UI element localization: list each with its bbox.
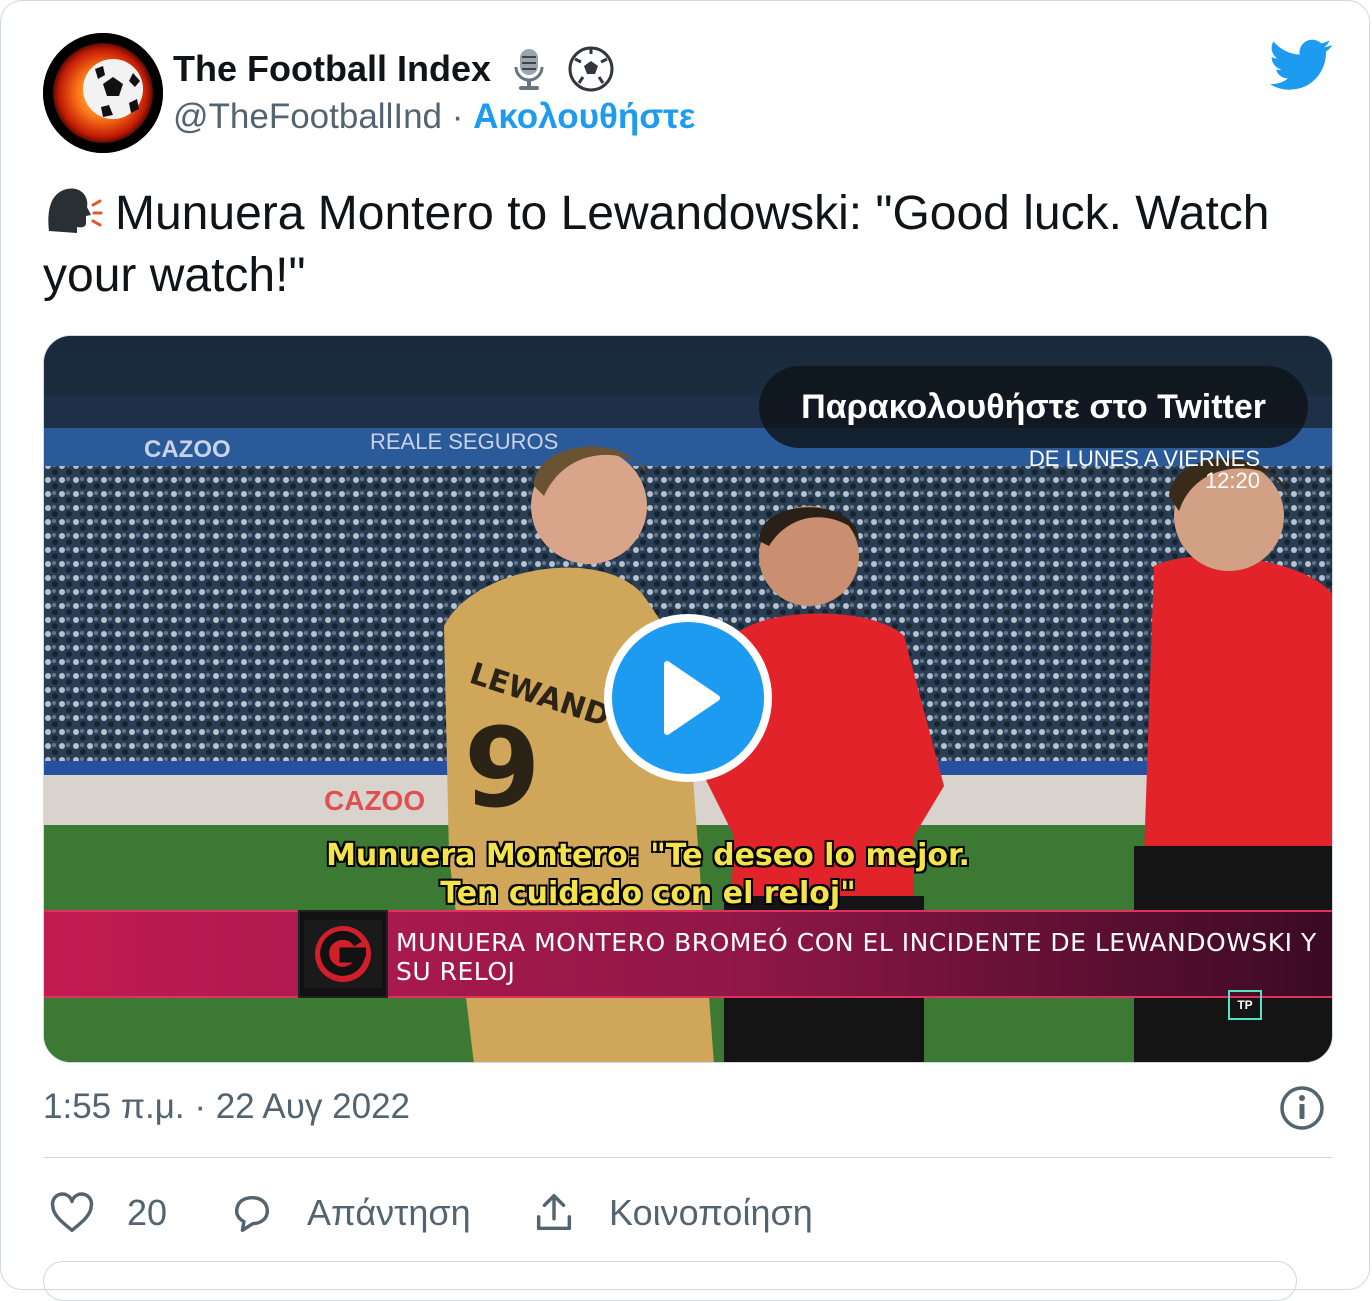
twitter-bird-icon[interactable]	[1269, 39, 1333, 91]
watch-on-twitter-button[interactable]: Παρακολουθήστε στο Twitter	[759, 366, 1308, 448]
studio-microphone-icon	[514, 49, 544, 90]
video-player[interactable]: CAZOO REALE SEGUROS CAZOO LEWANDOWSKI 9	[43, 335, 1333, 1063]
tweet-card: The Football Index @TheFootballInd · Ακο…	[0, 0, 1370, 1301]
ad-board-cazoo-bottom: CAZOO	[324, 785, 425, 816]
read-replies-box[interactable]	[43, 1261, 1297, 1301]
author-handle[interactable]: @TheFootballInd	[173, 97, 442, 136]
ad-board-cazoo-top: CAZOO	[144, 436, 231, 463]
author-display-name[interactable]: The Football Index	[173, 45, 615, 93]
divider	[43, 1157, 1333, 1158]
news-ticker-text: MUNUERA MONTERO BROMEÓ CON EL INCIDENTE …	[396, 928, 1317, 986]
ad-board-reale-seguros: REALE SEGUROS	[370, 429, 558, 454]
channel-g-logo	[298, 910, 388, 998]
play-button[interactable]	[604, 614, 772, 782]
share-label: Κοινοποίηση	[609, 1192, 813, 1233]
tweet-timestamp[interactable]: 1:55 π.μ. · 22 Αυγ 2022	[43, 1087, 410, 1127]
tp-badge: TP	[1228, 990, 1262, 1020]
author-name-text: The Football Index	[173, 48, 492, 89]
share-upload-icon	[536, 1194, 572, 1231]
avatar[interactable]	[43, 33, 163, 153]
like-count: 20	[127, 1192, 168, 1233]
like-button[interactable]: 20	[49, 1183, 167, 1243]
share-button[interactable]: Κοινοποίηση	[531, 1183, 813, 1243]
heart-icon	[50, 1192, 94, 1232]
follow-link[interactable]: Ακολουθήστε	[473, 97, 695, 136]
soccer-ball-fire-icon	[43, 33, 163, 153]
tweet-text-body: Munuera Montero to Lewandowski: "Good lu…	[43, 187, 1270, 302]
reply-label: Απάντηση	[307, 1192, 471, 1233]
reply-bubble-icon	[234, 1195, 270, 1232]
tweet-text: Munuera Montero to Lewandowski: "Good lu…	[43, 183, 1343, 307]
g-logo-icon	[304, 920, 382, 988]
video-subtitle-line-1: Munuera Montero: "Te deseo lo mejor.	[326, 838, 970, 873]
speaking-head-icon	[48, 188, 103, 233]
tv-schedule: DE LUNES A VIERNES 12:20	[1029, 448, 1260, 492]
video-subtitle-line-2: Ten cuidado con el reloj"	[440, 876, 856, 911]
reply-button[interactable]: Απάντηση	[229, 1183, 471, 1243]
separator-dot: ·	[451, 97, 464, 136]
tv-schedule-days: DE LUNES A VIERNES	[1028, 446, 1260, 471]
soccer-ball-icon	[568, 46, 614, 92]
info-icon[interactable]	[1279, 1085, 1325, 1131]
tv-schedule-time: 12:20	[1204, 468, 1260, 493]
play-icon	[664, 661, 720, 735]
author-handle-row: @TheFootballInd · Ακολουθήστε	[173, 97, 695, 137]
player-jersey-number: 9	[464, 704, 541, 832]
